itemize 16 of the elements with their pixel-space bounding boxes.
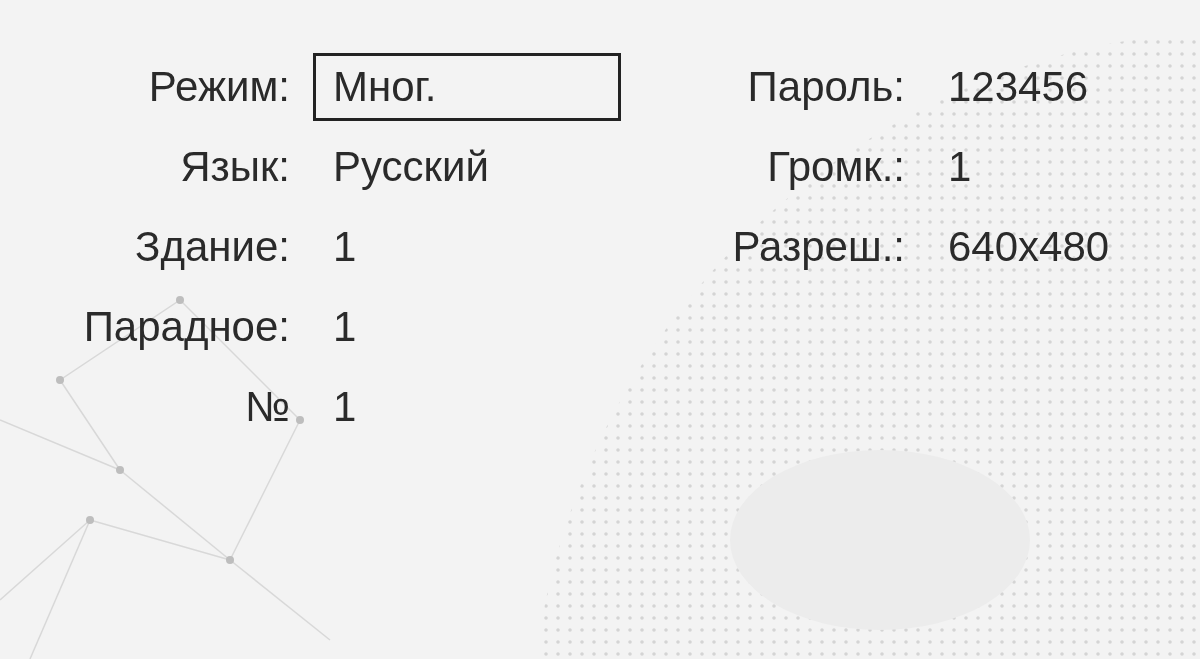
field-label: Язык: (180, 143, 290, 191)
field-value[interactable]: Русский (313, 133, 621, 201)
field-label: Пароль: (747, 63, 905, 111)
field-value[interactable]: Мног. (313, 53, 621, 121)
field-label: № (244, 383, 290, 431)
field-value[interactable]: 640x480 (928, 213, 1130, 281)
field-label: Здание: (135, 223, 290, 271)
field-value[interactable]: 1 (313, 373, 621, 441)
field-value[interactable]: 1 (928, 133, 1130, 201)
field-value[interactable]: 1 (313, 213, 621, 281)
field-label: Разреш.: (732, 223, 905, 271)
field-label: Парадное: (83, 303, 290, 351)
field-label: Громк.: (767, 143, 905, 191)
field-label: Режим: (148, 63, 290, 111)
field-value[interactable]: 123456 (928, 53, 1130, 121)
field-value[interactable]: 1 (313, 293, 621, 361)
